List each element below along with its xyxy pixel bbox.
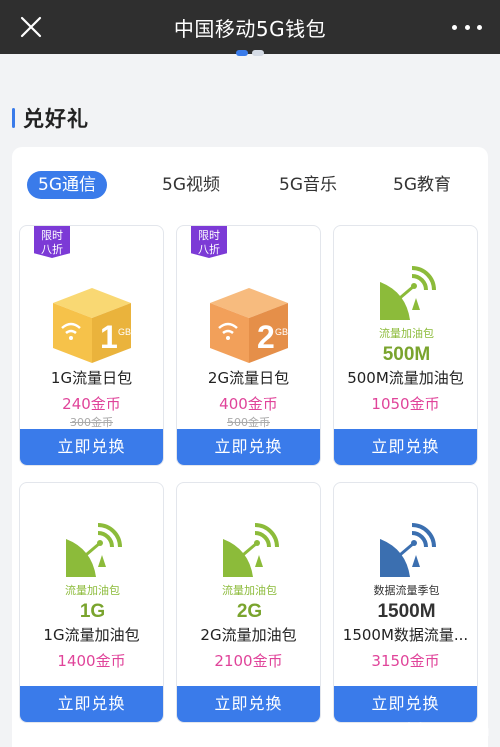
svg-text:GB: GB: [275, 327, 288, 337]
redeem-button[interactable]: 立即兑换: [20, 686, 163, 722]
satellite-dish-icon: 流量加油包 2G: [177, 505, 320, 623]
carousel-indicator: [0, 50, 500, 58]
original-price: 500金币: [227, 416, 270, 429]
product-name: 1G流量日包: [50, 369, 133, 387]
product-card[interactable]: 流量加油包 1G 1G流量加油包 1400金币 立即兑换: [19, 482, 164, 723]
tab-5g-communication[interactable]: 5G通信: [27, 171, 107, 199]
tab-5g-education[interactable]: 5G教育: [382, 171, 462, 199]
redeem-button[interactable]: 立即兑换: [334, 429, 477, 465]
svg-text:500M: 500M: [383, 344, 431, 365]
product-name: 1G流量加油包: [43, 626, 140, 644]
satellite-dish-icon: 流量加油包 1G: [20, 505, 163, 623]
redeem-button[interactable]: 立即兑换: [177, 429, 320, 465]
more-icon[interactable]: [452, 14, 482, 40]
product-price: 2100金币: [214, 652, 283, 670]
product-price: 1400金币: [57, 652, 126, 670]
redeem-button[interactable]: 立即兑换: [177, 686, 320, 722]
data-box-icon: 1 GB: [20, 248, 163, 366]
watermark: oldmen.cn: [395, 720, 490, 741]
original-price: 300金币: [70, 416, 113, 429]
section-title: 兑好礼: [23, 107, 89, 131]
svg-text:流量加油包: 流量加油包: [222, 583, 277, 597]
redeem-button[interactable]: 立即兑换: [20, 429, 163, 465]
limited-time-badge: 限时 八折: [34, 226, 70, 258]
product-price: 1050金币: [371, 395, 440, 413]
carousel-dot-active[interactable]: [236, 50, 248, 56]
svg-text:数据流量季包: 数据流量季包: [374, 583, 440, 597]
product-name: 1500M数据流量...: [342, 626, 469, 644]
section-header: 兑好礼: [12, 103, 89, 133]
category-tabs: 5G通信 5G视频 5G音乐 5G教育: [27, 171, 477, 201]
product-price: 400金币: [219, 395, 278, 413]
product-card[interactable]: 数据流量季包 1500M 1500M数据流量... 3150金币 立即兑换: [333, 482, 478, 723]
rewards-panel: 5G通信 5G视频 5G音乐 5G教育 1 GB 限时 八折 1G流量日包 240…: [12, 147, 488, 747]
data-box-icon: 2 GB: [177, 248, 320, 366]
svg-text:1: 1: [100, 319, 118, 355]
svg-text:GB: GB: [118, 327, 131, 337]
tab-5g-music[interactable]: 5G音乐: [268, 171, 348, 199]
product-card[interactable]: 流量加油包 500M 500M流量加油包 1050金币 立即兑换: [333, 225, 478, 466]
product-card[interactable]: 2 GB 限时 八折 2G流量日包 400金币 500金币 立即兑换: [176, 225, 321, 466]
limited-time-badge: 限时 八折: [191, 226, 227, 258]
svg-text:流量加油包: 流量加油包: [379, 326, 434, 340]
satellite-dish-icon: 流量加油包 500M: [334, 248, 477, 366]
redeem-button[interactable]: 立即兑换: [334, 686, 477, 722]
top-bar: 中国移动5G钱包: [0, 0, 500, 54]
product-price: 240金币: [62, 395, 121, 413]
product-name: 2G流量加油包: [200, 626, 297, 644]
product-card[interactable]: 流量加油包 2G 2G流量加油包 2100金币 立即兑换: [176, 482, 321, 723]
tab-5g-video[interactable]: 5G视频: [151, 171, 231, 199]
satellite-dish-icon: 数据流量季包 1500M: [334, 505, 477, 623]
page-title: 中国移动5G钱包: [173, 17, 327, 41]
svg-text:1500M: 1500M: [377, 601, 435, 622]
svg-text:流量加油包: 流量加油包: [65, 583, 120, 597]
product-name: 500M流量加油包: [347, 369, 464, 387]
product-price: 3150金币: [371, 652, 440, 670]
section-accent-bar: [12, 108, 15, 128]
product-name: 2G流量日包: [207, 369, 290, 387]
svg-text:2G: 2G: [237, 601, 262, 622]
carousel-dot[interactable]: [252, 50, 264, 56]
svg-text:1G: 1G: [80, 601, 105, 622]
product-card[interactable]: 1 GB 限时 八折 1G流量日包 240金币 300金币 立即兑换: [19, 225, 164, 466]
svg-text:2: 2: [257, 319, 275, 355]
